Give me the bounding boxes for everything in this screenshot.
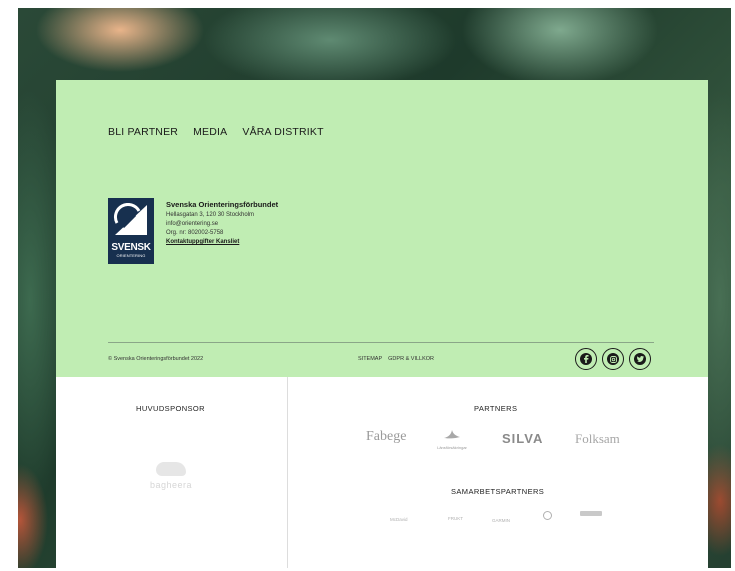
social-links — [575, 348, 651, 370]
instagram-icon — [607, 353, 619, 365]
logo-text-orientering: ORIENTERING — [116, 253, 146, 258]
logo-text-svensk: SVENSK — [111, 242, 151, 253]
frukt-logo[interactable]: FRUKT — [448, 516, 463, 521]
svensk-orientering-logo[interactable]: SVENSK ORIENTERING — [108, 198, 154, 264]
bagheera-logo[interactable]: bagheera — [141, 462, 201, 490]
footer-divider — [108, 342, 654, 343]
org-address: Hellasgatan 3, 120 30 Stockholm — [166, 212, 255, 218]
gdpr-link[interactable]: GDPR & VILLKOR — [388, 356, 434, 362]
facebook-icon — [580, 353, 592, 365]
org-block: SVENSK ORIENTERING Svenska Orienteringsf… — [108, 198, 278, 264]
facebook-button[interactable] — [575, 348, 597, 370]
org-number: Org. nr: 802002-5758 — [166, 230, 224, 236]
footer-main: BLI PARTNER MEDIA VÅRA DISTRIKT SVENSK O… — [56, 80, 708, 377]
frame-top — [0, 0, 735, 8]
collab-partners-heading: SAMARBETSPARTNERS — [451, 487, 545, 496]
org-name: Svenska Orienteringsförbundet — [166, 200, 279, 209]
fabege-logo[interactable]: Fabege — [366, 429, 406, 445]
legal-links: SITEMAP GDPR & VILLKOR — [358, 356, 434, 362]
org-info: Svenska Orienteringsförbundet Hellasgata… — [166, 198, 278, 264]
footer-nav: BLI PARTNER MEDIA VÅRA DISTRIKT — [108, 126, 324, 138]
twitter-button[interactable] — [629, 348, 651, 370]
garmin-logo[interactable]: GARMIN — [492, 518, 510, 523]
contact-link[interactable]: Kontaktuppgifter Kansliet — [166, 239, 278, 245]
org-email: info@orientering.se — [166, 221, 219, 227]
sponsor-divider — [287, 377, 288, 568]
nav-bli-partner[interactable]: BLI PARTNER — [108, 126, 178, 138]
mcdavid-logo[interactable]: McDavid — [390, 517, 408, 522]
nav-vara-distrikt[interactable]: VÅRA DISTRIKT — [242, 126, 323, 138]
compass-icon — [113, 203, 147, 235]
lansforsakringar-name: Länsförsäkringar — [437, 445, 467, 450]
copyright-text: © Svenska Orienteringsförbundet 2022 — [108, 356, 204, 362]
banner-icon — [580, 511, 602, 516]
sponsor-section: HUVUDSPONSOR bagheera PARTNERS Fabege Lä… — [56, 377, 708, 568]
nav-media[interactable]: MEDIA — [193, 126, 227, 138]
instagram-button[interactable] — [602, 348, 624, 370]
frame-right — [731, 0, 735, 571]
partners-heading: PARTNERS — [474, 404, 518, 413]
sitemap-link[interactable]: SITEMAP — [358, 356, 382, 362]
bagheera-name: bagheera — [149, 480, 193, 490]
main-sponsor-heading: HUVUDSPONSOR — [136, 404, 205, 413]
frame-left — [0, 0, 18, 571]
panther-icon — [156, 462, 186, 476]
folksam-logo[interactable]: Folksam — [575, 431, 620, 447]
bird-icon — [444, 430, 460, 439]
twitter-icon — [634, 353, 646, 365]
banner-partner-logo[interactable] — [580, 511, 602, 516]
silva-logo[interactable]: SILVA — [502, 431, 543, 446]
lansforsakringar-logo[interactable]: Länsförsäkringar — [429, 427, 475, 450]
ring-icon — [542, 511, 552, 520]
ring-partner-logo[interactable] — [540, 511, 554, 520]
